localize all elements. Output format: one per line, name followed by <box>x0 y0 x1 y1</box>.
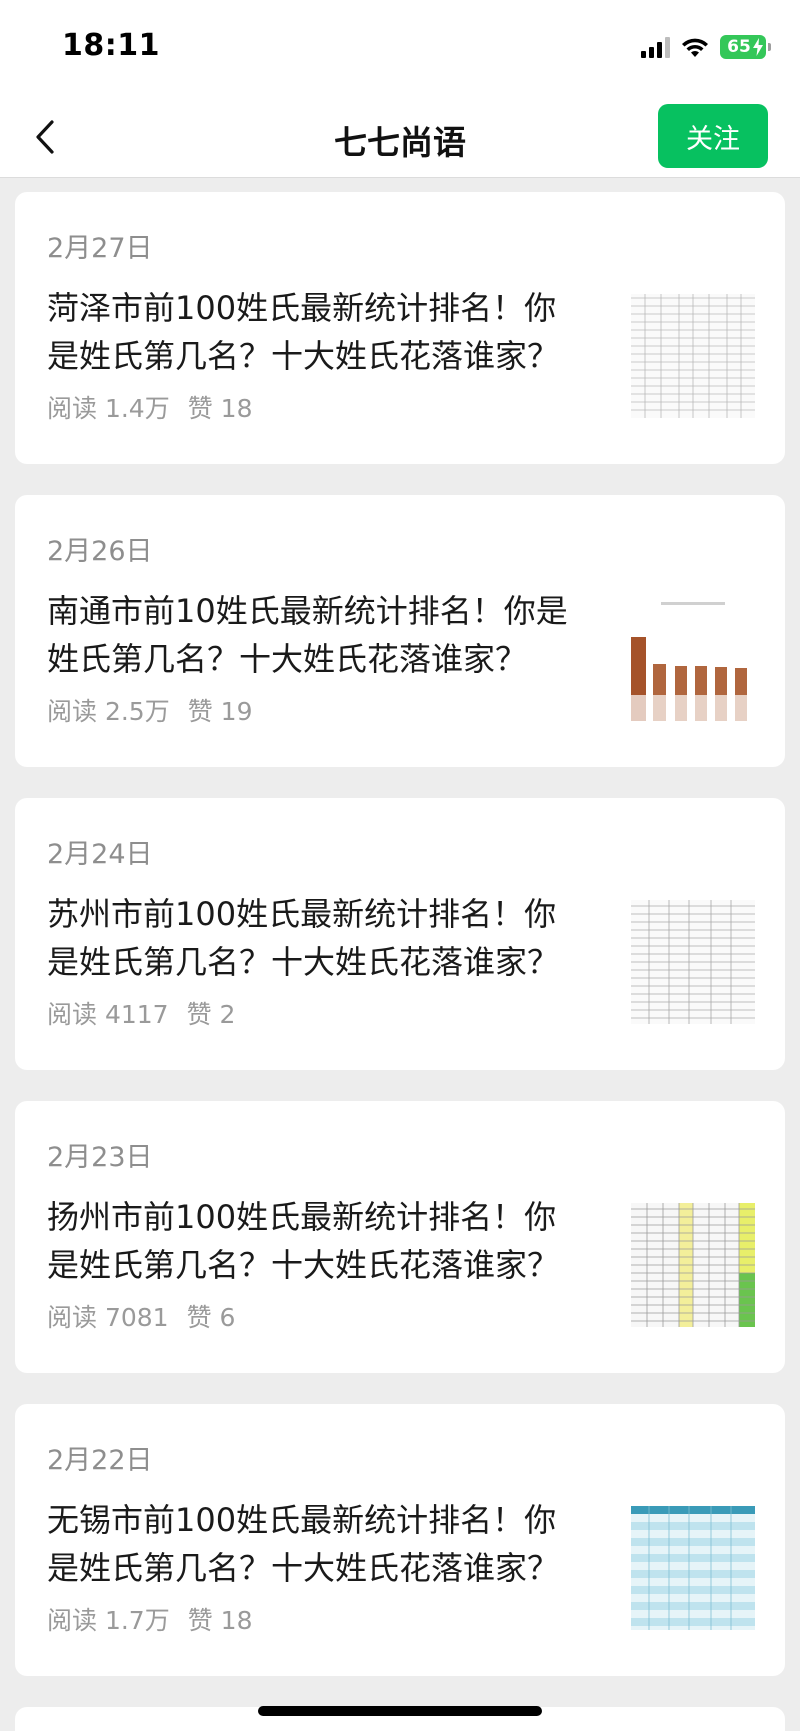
colored-table-thumbnail[interactable] <box>631 1203 755 1327</box>
battery-icon: 65 <box>720 35 771 59</box>
article-title[interactable]: 南通市前10姓氏最新统计排名！你是姓氏第几名？十大姓氏花落谁家？ <box>47 587 577 683</box>
article-stats: 阅读 1.7万 赞 18 <box>47 1601 252 1637</box>
status-bar: 18:11 65 <box>0 0 800 96</box>
article-date: 2月26日 <box>47 536 153 567</box>
cellular-signal-icon <box>641 36 670 58</box>
follow-button[interactable]: 关注 <box>658 104 768 168</box>
battery-level: 65 <box>727 37 751 57</box>
bar-chart-thumbnail[interactable] <box>631 597 755 721</box>
article-stats: 阅读 2.5万 赞 19 <box>47 692 252 728</box>
article-card[interactable]: 2月27日 菏泽市前100姓氏最新统计排名！你是姓氏第几名？十大姓氏花落谁家？ … <box>15 192 785 464</box>
status-icons: 65 <box>641 32 771 62</box>
article-stats: 阅读 1.4万 赞 18 <box>47 389 252 425</box>
read-count: 阅读 1.4万 <box>47 394 170 423</box>
article-stats: 阅读 4117 赞 2 <box>47 995 235 1031</box>
article-date: 2月27日 <box>47 233 153 264</box>
article-date: 2月23日 <box>47 1142 153 1173</box>
article-title[interactable]: 菏泽市前100姓氏最新统计排名！你是姓氏第几名？十大姓氏花落谁家？ <box>47 284 577 380</box>
article-card[interactable]: 2月26日 南通市前10姓氏最新统计排名！你是姓氏第几名？十大姓氏花落谁家？ 阅… <box>15 495 785 767</box>
article-card[interactable]: 2月24日 苏州市前100姓氏最新统计排名！你是姓氏第几名？十大姓氏花落谁家？ … <box>15 798 785 1070</box>
article-card[interactable]: 2月23日 扬州市前100姓氏最新统计排名！你是姓氏第几名？十大姓氏花落谁家？ … <box>15 1101 785 1373</box>
article-date: 2月22日 <box>47 1445 153 1476</box>
table-thumbnail[interactable] <box>631 294 755 418</box>
article-title[interactable]: 苏州市前100姓氏最新统计排名！你是姓氏第几名？十大姓氏花落谁家？ <box>47 890 577 986</box>
read-count: 阅读 4117 <box>47 1000 169 1029</box>
article-title[interactable]: 无锡市前100姓氏最新统计排名！你是姓氏第几名？十大姓氏花落谁家？ <box>47 1496 577 1592</box>
charging-icon <box>753 38 763 56</box>
read-count: 阅读 2.5万 <box>47 697 170 726</box>
article-stats: 阅读 7081 赞 6 <box>47 1298 235 1334</box>
read-count: 阅读 1.7万 <box>47 1606 170 1635</box>
like-count: 赞 6 <box>186 1303 236 1332</box>
article-title[interactable]: 扬州市前100姓氏最新统计排名！你是姓氏第几名？十大姓氏花落谁家？ <box>47 1193 577 1289</box>
wifi-icon <box>682 38 708 57</box>
like-count: 赞 18 <box>187 394 253 423</box>
status-time: 18:11 <box>62 28 160 63</box>
like-count: 赞 19 <box>187 697 253 726</box>
read-count: 阅读 7081 <box>47 1303 169 1332</box>
article-card[interactable]: 2月22日 无锡市前100姓氏最新统计排名！你是姓氏第几名？十大姓氏花落谁家？ … <box>15 1404 785 1676</box>
article-list: 2月27日 菏泽市前100姓氏最新统计排名！你是姓氏第几名？十大姓氏花落谁家？ … <box>15 192 785 1731</box>
like-count: 赞 2 <box>186 1000 236 1029</box>
blue-table-thumbnail[interactable] <box>631 1506 755 1630</box>
navigation-bar: 七七尚语 关注 <box>0 96 800 178</box>
like-count: 赞 18 <box>187 1606 253 1635</box>
article-date: 2月24日 <box>47 839 153 870</box>
table-thumbnail[interactable] <box>631 900 755 1024</box>
home-indicator <box>258 1706 542 1716</box>
